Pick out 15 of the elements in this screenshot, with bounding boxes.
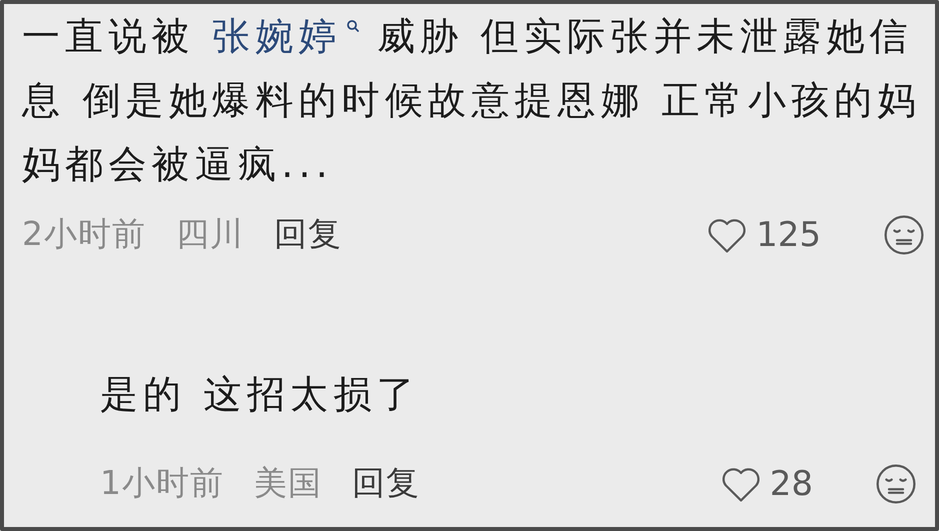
comment-text: 是的 这招太损了 <box>100 371 421 418</box>
comment-location: 四川 <box>176 213 244 255</box>
like-button[interactable]: 28 <box>720 464 813 504</box>
reply-link[interactable]: 回复 <box>274 212 342 257</box>
comment-text: 一直说被 张婉婷 威胁 但实际张并未泄露她信息 倒是她爆料的时候故意提恩娜 正常小孩的妈妈都会被逼疯... <box>22 13 922 188</box>
comment-location: 美国 <box>254 462 322 504</box>
user-link[interactable]: 张婉婷 <box>212 14 360 58</box>
comment-time: 1小时前 <box>100 462 224 504</box>
reaction-button[interactable] <box>875 462 917 504</box>
reaction-button[interactable] <box>883 214 925 256</box>
like-button[interactable]: 125 <box>706 214 821 254</box>
reply-link[interactable]: 回复 <box>352 461 420 506</box>
neutral-face-icon <box>883 214 925 256</box>
comment-time: 2小时前 <box>22 213 146 255</box>
neutral-face-icon <box>875 462 917 504</box>
